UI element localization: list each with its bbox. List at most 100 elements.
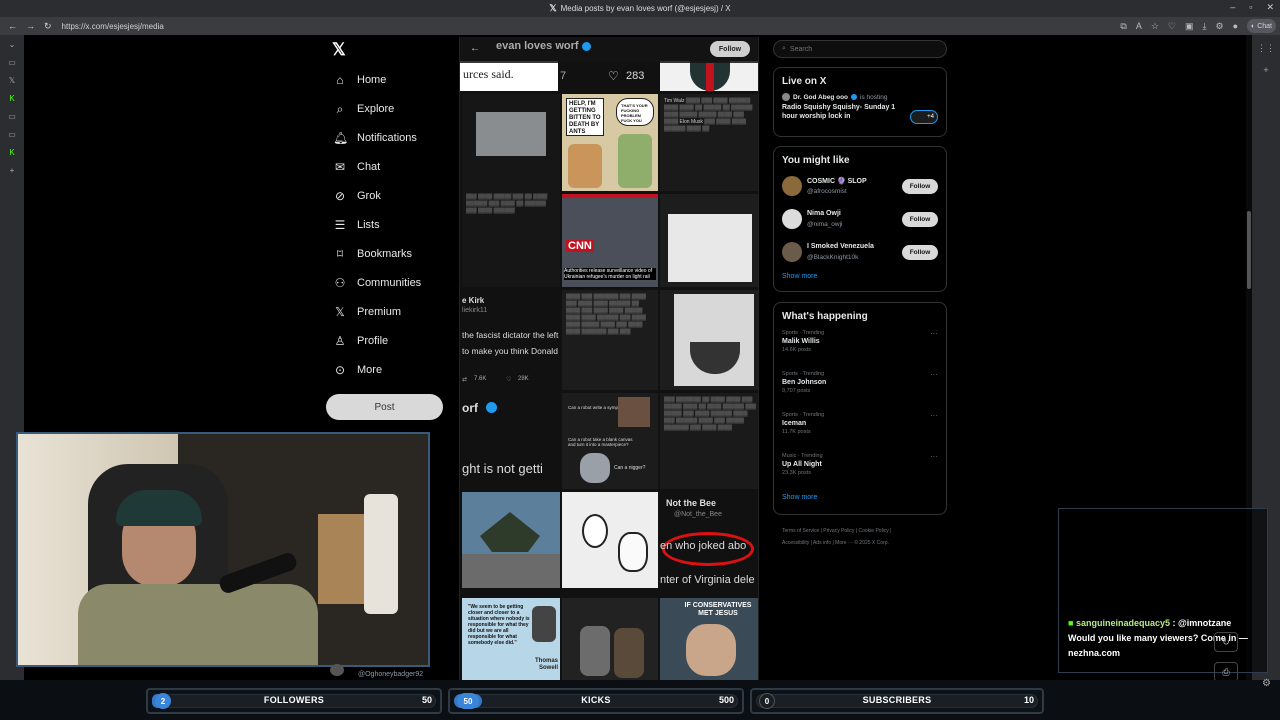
media-tile[interactable] — [660, 61, 758, 91]
profile-avatar-icon[interactable]: ● — [1233, 21, 1238, 32]
verified-badge-icon — [581, 41, 591, 51]
nav-explore[interactable]: ⌕ Explore — [333, 100, 395, 118]
back-arrow-icon[interactable]: ← — [470, 43, 480, 54]
scrollbar-thumb[interactable] — [1247, 211, 1251, 289]
inbox-icon[interactable]: ⎙ — [1214, 662, 1238, 682]
maximize-icon[interactable]: ▫ — [1249, 2, 1252, 13]
live-panel[interactable]: Live on X Dr. God Abeg ooo is hosting Ra… — [773, 67, 947, 137]
footer-links[interactable]: Terms of Service | Privacy Policy | Cook… — [782, 525, 942, 549]
collections-icon[interactable]: ▣ — [1185, 21, 1194, 32]
live-show-title: Radio Squishy Squishy- Sunday 1 hour wor… — [782, 104, 896, 120]
media-tile[interactable]: CNN Authorities release surveillance vid… — [562, 194, 658, 287]
nav-profile[interactable]: ♙ Profile — [333, 332, 389, 350]
media-tile[interactable]: e Kirk liekirk11 the fascist dictator th… — [460, 290, 560, 390]
settings-icon[interactable]: ⚙ — [1215, 21, 1223, 32]
window-controls: – ▫ ✕ — [1230, 2, 1274, 13]
collapse-icon[interactable]: ⌄ — [0, 35, 24, 53]
nav-chat[interactable]: ✉ Chat — [333, 158, 380, 176]
media-tile[interactable]: urces said. — [460, 61, 558, 91]
account-handle[interactable]: @Oghoneybadger92 — [358, 671, 423, 678]
nav-communities[interactable]: ⚇ Communities — [333, 274, 422, 292]
follow-button[interactable]: Follow — [902, 179, 938, 194]
suggestion-row[interactable]: Nima Owji @nima_owji Follow — [774, 203, 946, 236]
close-icon[interactable]: ✕ — [1266, 2, 1274, 13]
tile-text: Can a robot take a blank canvas and turn… — [568, 437, 633, 447]
media-tile[interactable] — [562, 598, 658, 680]
show-more-link[interactable]: Show more — [774, 490, 946, 509]
x-logo-icon[interactable]: 𝕏 — [332, 40, 346, 60]
suggestion-row[interactable]: I Smoked Venezuela @BlackKnight10k Follo… — [774, 236, 946, 269]
reload-icon[interactable]: ↻ — [44, 21, 52, 32]
favorites-icon[interactable]: ♡ — [1168, 21, 1176, 32]
tile-text: urces said. — [463, 67, 514, 81]
suggestion-row[interactable]: COSMIC 🔮 SLOP @afrocosmist Follow — [774, 170, 946, 203]
reader-icon[interactable]: A — [1136, 21, 1142, 32]
sidebar-grid-icon[interactable]: ⋮⋮ — [1252, 39, 1280, 57]
follow-button[interactable]: Follow — [902, 212, 938, 227]
tab-icon[interactable]: ▭ — [0, 125, 24, 143]
copilot-chat-button[interactable]: ◐ Chat — [1246, 19, 1276, 33]
person-icon: ♙ — [334, 334, 346, 348]
more-dots-icon[interactable]: ··· — [930, 411, 938, 420]
show-more-link[interactable]: Show more — [774, 269, 946, 288]
more-dots-icon[interactable]: ··· — [930, 329, 938, 338]
post-button[interactable]: Post — [326, 394, 443, 420]
trend-item[interactable]: Sports · Trending Ben Johnson 9,707 post… — [774, 367, 946, 408]
x-tab-icon[interactable]: 𝕏 — [0, 71, 24, 89]
media-tile[interactable]: HELP, I'M GETTING BITTEN TO DEATH BY ANT… — [562, 94, 658, 191]
media-tile[interactable]: Tim Walz ▒▒▒▒ ▒▒▒ ▒▒▒▒ ▒▒▒▒▒▒ ▒▒▒▒ ▒▒▒▒ … — [660, 94, 758, 191]
kick-tab-icon[interactable]: K — [0, 143, 24, 161]
media-tile[interactable]: "We seem to be getting closer and closer… — [462, 598, 560, 680]
minimize-icon[interactable]: – — [1230, 2, 1235, 13]
nav-more[interactable]: ⊙ More — [333, 361, 382, 379]
chat-username: sanguineinadequacy5 — [1075, 618, 1170, 628]
nav-home[interactable]: ⌂ Home — [333, 71, 386, 89]
media-tile[interactable] — [462, 492, 560, 588]
tab-icon[interactable]: ▭ — [0, 107, 24, 125]
star-icon[interactable]: ☆ — [1151, 21, 1159, 32]
media-tile[interactable]: ▒▒▒ ▒▒▒▒ ▒▒▒▒▒ ▒▒▒ ▒▒ ▒▒▒▒ ▒▒▒▒▒▒ ▒▒▒ ▒▒… — [462, 94, 560, 287]
media-tile[interactable]: IF CONSERVATIVES MET JESUS — [660, 598, 758, 680]
download-icon[interactable]: ⤓ — [1203, 21, 1207, 32]
sidebar-add-icon[interactable]: + — [1252, 61, 1280, 79]
trend-item[interactable]: Music · Trending Up All Night 23.3K post… — [774, 449, 946, 490]
search-icon: ⌕ — [336, 101, 344, 116]
nav-bookmarks[interactable]: ⌑ Bookmarks — [333, 245, 412, 263]
more-dots-icon[interactable]: ··· — [930, 452, 938, 461]
more-dots-icon[interactable]: ··· — [930, 370, 938, 379]
media-tile[interactable]: ▒▒▒▒ ▒▒▒ ▒▒▒▒▒▒▒ ▒▒▒ ▒▒▒▒ ▒▒▒ ▒▒▒▒ ▒▒▒▒ … — [562, 290, 658, 390]
new-tab-icon[interactable]: + — [0, 161, 24, 179]
extension-icon[interactable]: ⧉ — [1120, 21, 1126, 32]
media-tile[interactable]: 7 ♡ 283 — [560, 61, 658, 91]
follow-button[interactable]: Follow — [710, 41, 750, 57]
webcam-overlay — [16, 432, 430, 667]
nav-notifications[interactable]: 🔔︎ Notifications — [333, 129, 417, 147]
forward-arrow-icon[interactable]: → — [26, 21, 35, 32]
nav-grok[interactable]: ⊘ Grok — [333, 187, 381, 205]
tile-text: ▒▒▒ ▒▒▒▒▒▒▒ ▒▒ ▒▒▒▒ ▒▒▒▒ ▒▒▒ ▒▒▒▒▒ ▒▒▒▒ … — [664, 397, 756, 431]
gear-icon[interactable]: ⚙ — [1262, 678, 1271, 689]
cnn-logo-icon: CNN — [566, 240, 594, 252]
trend-item[interactable]: Sports · Trending Iceman 11.7K posts ··· — [774, 408, 946, 449]
follow-button[interactable]: Follow — [902, 245, 938, 260]
subscribers-goal-bar: 0 SUBSCRIBERS 10 — [750, 688, 1044, 714]
media-tile[interactable] — [660, 194, 758, 287]
media-tile[interactable]: orf ght is not getti — [460, 393, 560, 489]
tile-text: 7 — [560, 70, 567, 82]
media-tile[interactable]: ▒▒▒ ▒▒▒▒▒▒▒ ▒▒ ▒▒▒▒ ▒▒▒▒ ▒▒▒ ▒▒▒▒▒ ▒▒▒▒ … — [660, 393, 758, 489]
nav-premium[interactable]: 𝕏 Premium — [333, 303, 401, 321]
trend-item[interactable]: Sports · Trending Malik Willis 14.6K pos… — [774, 326, 946, 367]
kick-tab-icon[interactable]: K — [0, 89, 24, 107]
tab-icon[interactable]: ▭ — [0, 53, 24, 71]
back-arrow-icon[interactable]: ← — [8, 21, 17, 32]
media-tile[interactable] — [660, 290, 758, 390]
nav-lists[interactable]: ☰ Lists — [333, 216, 380, 234]
media-grid: ← evan loves worf Follow urces said. 7 ♡… — [459, 37, 759, 680]
media-tile[interactable] — [562, 492, 658, 588]
media-tile[interactable]: Can a robot write a symphony? Can a robo… — [562, 393, 658, 489]
media-tile[interactable]: Not the Bee @Not_the_Bee en who joked ab… — [660, 492, 758, 588]
goal-target: 500 — [718, 695, 734, 705]
url-field[interactable]: https://x.com/esjesjesj/media — [62, 22, 164, 31]
search-input[interactable]: ⌕ Search — [773, 40, 947, 58]
refresh-icon[interactable]: ↻ — [1214, 632, 1238, 652]
